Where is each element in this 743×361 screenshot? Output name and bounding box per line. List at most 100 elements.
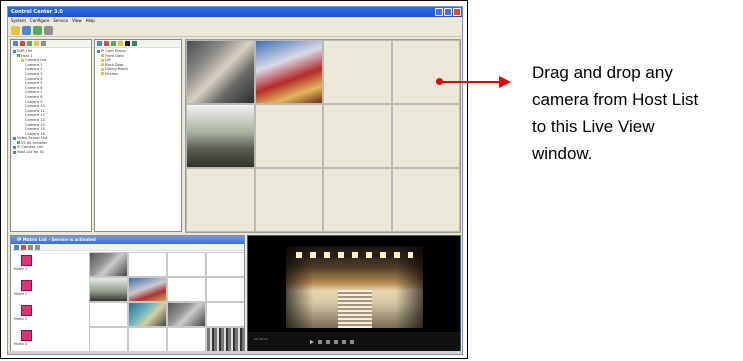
live-view-cell[interactable] [323, 40, 392, 104]
snapshot-icon[interactable] [350, 340, 354, 344]
matrix-cell[interactable] [167, 252, 206, 277]
matrix-cell[interactable] [128, 252, 167, 277]
playback-buttons [310, 340, 354, 344]
rewind-icon[interactable] [334, 340, 338, 344]
refresh-icon[interactable] [41, 41, 46, 46]
matrix-cell[interactable] [206, 277, 244, 302]
matrix-cell[interactable] [206, 302, 244, 327]
folder-icon [21, 58, 24, 62]
matrix-icon [21, 280, 32, 291]
host-icon [13, 150, 16, 154]
monitor-icon[interactable] [22, 26, 31, 35]
forward-icon[interactable] [342, 340, 346, 344]
matrix-icon [21, 330, 32, 341]
layout-icon[interactable] [125, 41, 130, 46]
edit-icon[interactable] [118, 41, 123, 46]
minimize-button[interactable] [435, 8, 443, 16]
live-view-cell[interactable] [391, 168, 460, 232]
connect-icon[interactable] [27, 41, 32, 46]
escalator [338, 290, 372, 328]
add-group-icon[interactable] [97, 41, 102, 46]
host-tree: DVR List Host 1 Camera List Camera 1 Cam… [11, 48, 91, 156]
delete-matrix-icon[interactable] [21, 245, 26, 250]
live-view-cell[interactable] [391, 40, 460, 104]
live-view-cell[interactable] [186, 168, 255, 232]
matrix-cell[interactable] [206, 252, 244, 277]
live-view-cell[interactable] [254, 104, 323, 168]
menu-system[interactable]: System [11, 17, 26, 24]
matrix-cell[interactable] [89, 327, 128, 352]
close-button[interactable] [453, 8, 461, 16]
live-view-cell[interactable] [323, 168, 392, 232]
folder-icon [101, 63, 104, 67]
window-controls [435, 8, 461, 16]
add-matrix-icon[interactable] [14, 245, 19, 250]
window-title: Control Center 3.0 [11, 9, 63, 15]
live-view-cell[interactable] [391, 104, 460, 168]
encoder-icon [17, 141, 20, 145]
screenshot-frame: Control Center 3.0 System Configure Serv… [0, 0, 468, 359]
tree-item[interactable]: Host List for ID [13, 150, 89, 155]
matrix-item[interactable]: Matrix 3 [14, 305, 74, 329]
add-icon[interactable] [13, 41, 18, 46]
matrix-cell[interactable] [128, 302, 167, 327]
matrix-cell[interactable] [89, 302, 128, 327]
delete-group-icon[interactable] [104, 41, 109, 46]
folder-icon [101, 67, 104, 71]
single-view-player[interactable]: 00:00:00 [247, 235, 461, 353]
group-tree: IP Cam Group Front Gate Lift Back Door D… [95, 48, 181, 78]
menu-service[interactable]: Service [53, 17, 68, 24]
stop-icon[interactable] [326, 340, 330, 344]
matrix-cell[interactable] [167, 277, 206, 302]
group-list-panel: IP Cam Group Front Gate Lift Back Door D… [94, 39, 182, 232]
group-icon [97, 49, 100, 53]
callout-line: to this Live View [532, 117, 655, 136]
matrix-icon [21, 305, 32, 316]
settings-icon[interactable] [44, 26, 53, 35]
matrix-preview-grid[interactable] [89, 252, 244, 352]
ip-matrix-toolbar [11, 244, 244, 251]
play-icon[interactable] [310, 340, 314, 344]
grid-icon[interactable] [132, 41, 137, 46]
matrix-item[interactable]: Matrix 2 [14, 280, 74, 304]
folder-icon [101, 72, 104, 76]
matrix-item[interactable]: Matrix 1 [14, 255, 74, 279]
camera-video [286, 246, 423, 328]
live-view-cell[interactable] [254, 168, 323, 232]
live-view-cell[interactable] [254, 40, 323, 104]
menu-help[interactable]: Help [86, 17, 95, 24]
settings-icon[interactable] [28, 245, 33, 250]
menu-view[interactable]: View [72, 17, 82, 24]
dvr-icon [13, 49, 16, 53]
ceiling-lights [296, 252, 413, 258]
layout-icon[interactable] [35, 245, 40, 250]
tree-item[interactable]: Kitchen [97, 72, 179, 77]
folder-icon[interactable] [11, 26, 20, 35]
maximize-button[interactable] [444, 8, 452, 16]
matrix-cell[interactable] [128, 277, 167, 302]
matrix-cell[interactable] [89, 252, 128, 277]
title-bar: Control Center 3.0 [8, 7, 462, 17]
live-view-window[interactable] [185, 39, 461, 233]
menu-configure[interactable]: Configure [30, 17, 49, 24]
delete-icon[interactable] [20, 41, 25, 46]
play-icon[interactable] [111, 41, 116, 46]
instruction-callout: Drag and drop any camera from Host List … [532, 59, 742, 167]
live-view-cell[interactable] [323, 104, 392, 168]
control-center-window: Control Center 3.0 System Configure Serv… [7, 6, 463, 355]
matrix-cell[interactable] [167, 327, 206, 352]
matrix-icon [21, 255, 32, 266]
matrix-cell[interactable] [167, 302, 206, 327]
matrix-cell[interactable] [89, 277, 128, 302]
live-view-cell[interactable] [186, 104, 255, 168]
arrow-line [440, 81, 502, 83]
status-bar [8, 351, 462, 354]
edit-icon[interactable] [34, 41, 39, 46]
matrix-cell[interactable] [128, 327, 167, 352]
arrow-head-icon [499, 76, 511, 88]
pause-icon[interactable] [318, 340, 322, 344]
matrix-cell[interactable] [206, 327, 244, 352]
live-view-cell[interactable] [186, 40, 255, 104]
matrix-item[interactable]: Matrix 4 [14, 330, 74, 352]
camera-icon[interactable] [33, 26, 42, 35]
